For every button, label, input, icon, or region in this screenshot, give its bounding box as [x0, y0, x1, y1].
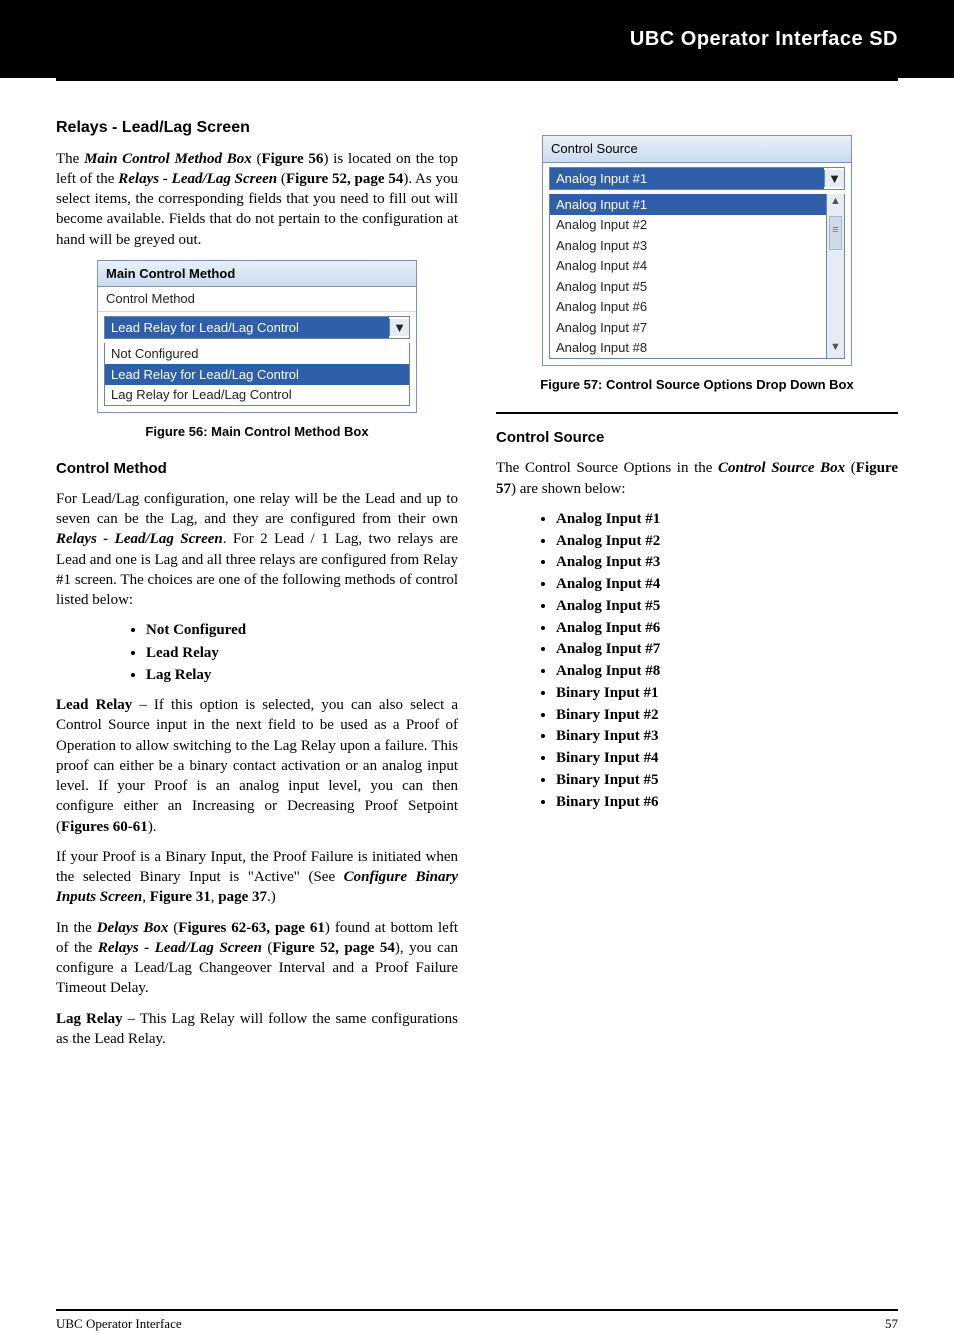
- scroll-up-icon[interactable]: ▲: [827, 196, 844, 210]
- list-item[interactable]: Lag Relay for Lead/Lag Control: [105, 385, 409, 406]
- control-source-options[interactable]: Analog Input #1 Analog Input #2 Analog I…: [549, 194, 845, 359]
- list-item[interactable]: Analog Input #5: [550, 276, 826, 297]
- list-item: Binary Input #1: [556, 683, 898, 703]
- footer: UBC Operator Interface 57: [56, 1309, 898, 1333]
- rule: [496, 412, 898, 414]
- chevron-down-icon[interactable]: ▼: [824, 170, 844, 188]
- scroll-track[interactable]: [827, 210, 844, 342]
- list-item[interactable]: Analog Input #2: [550, 215, 826, 236]
- control-method-options[interactable]: Not Configured Lead Relay for Lead/Lag C…: [104, 343, 410, 406]
- list-item: Analog Input #8: [556, 661, 898, 681]
- right-column: Control Source Analog Input #1 ▼ Analog …: [496, 103, 898, 1059]
- subheading: Control Source: [496, 428, 898, 448]
- select-value: Lead Relay for Lead/Lag Control: [105, 317, 389, 339]
- ui-title: Main Control Method: [98, 261, 416, 288]
- content: Relays - Lead/Lag Screen The Main Contro…: [0, 81, 954, 1099]
- list-item: Analog Input #3: [556, 552, 898, 572]
- page-number: 57: [885, 1315, 898, 1333]
- list-item: Analog Input #1: [556, 509, 898, 529]
- list-item[interactable]: Analog Input #3: [550, 235, 826, 256]
- list-item: Binary Input #4: [556, 748, 898, 768]
- list-item[interactable]: Analog Input #1: [550, 194, 826, 215]
- list-item: Analog Input #5: [556, 596, 898, 616]
- list-item[interactable]: Analog Input #4: [550, 256, 826, 277]
- select-value: Analog Input #1: [550, 168, 824, 190]
- subheading: Control Method: [56, 459, 458, 479]
- para: Lag Relay – This Lag Relay will follow t…: [56, 1009, 458, 1050]
- list-item: Analog Input #6: [556, 618, 898, 638]
- list-item: Binary Input #5: [556, 770, 898, 790]
- page-header: UBC Operator Interface SD: [0, 0, 954, 78]
- main-control-method-box: Main Control Method Control Method Lead …: [97, 260, 417, 413]
- list-item: Lead Relay: [146, 643, 458, 663]
- para: For Lead/Lag configuration, one relay wi…: [56, 489, 458, 611]
- intro-para: The Main Control Method Box (Figure 56) …: [56, 149, 458, 250]
- list-item: Lag Relay: [146, 665, 458, 685]
- list-item[interactable]: Lead Relay for Lead/Lag Control: [105, 364, 409, 385]
- scroll-down-icon[interactable]: ▼: [827, 342, 844, 356]
- ui-subtitle: Control Method: [98, 287, 416, 312]
- ui-title: Control Source: [543, 136, 851, 163]
- control-source-select[interactable]: Analog Input #1 ▼: [549, 167, 845, 191]
- scroll-thumb[interactable]: [829, 216, 842, 250]
- figure-label: Figure 56: Main Control Method Box: [56, 423, 458, 441]
- list-item: Analog Input #4: [556, 574, 898, 594]
- list-item: Binary Input #3: [556, 726, 898, 746]
- list-item: Analog Input #7: [556, 639, 898, 659]
- list-item[interactable]: Analog Input #7: [550, 317, 826, 338]
- chevron-down-icon[interactable]: ▼: [389, 319, 409, 337]
- para: Lead Relay – If this option is selected,…: [56, 695, 458, 837]
- scrollbar[interactable]: ▲ ▼: [826, 194, 844, 358]
- list-item: Binary Input #2: [556, 705, 898, 725]
- control-source-list: Analog Input #1 Analog Input #2 Analog I…: [556, 509, 898, 812]
- left-column: Relays - Lead/Lag Screen The Main Contro…: [56, 103, 458, 1059]
- control-method-select[interactable]: Lead Relay for Lead/Lag Control ▼: [104, 316, 410, 340]
- page-title: UBC Operator Interface SD: [630, 26, 898, 53]
- figure-label: Figure 57: Control Source Options Drop D…: [496, 376, 898, 394]
- footer-left: UBC Operator Interface: [56, 1315, 182, 1333]
- list-item[interactable]: Analog Input #6: [550, 297, 826, 318]
- para: The Control Source Options in the Contro…: [496, 458, 898, 499]
- list-item: Not Configured: [146, 620, 458, 640]
- control-method-list: Not Configured Lead Relay Lag Relay: [146, 620, 458, 685]
- list-item: Analog Input #2: [556, 531, 898, 551]
- list-item[interactable]: Analog Input #8: [550, 338, 826, 359]
- para: In the Delays Box (Figures 62-63, page 6…: [56, 918, 458, 999]
- para: If your Proof is a Binary Input, the Pro…: [56, 847, 458, 908]
- section-title: Relays - Lead/Lag Screen: [56, 117, 458, 139]
- list-item[interactable]: Not Configured: [105, 343, 409, 364]
- list-item: Binary Input #6: [556, 792, 898, 812]
- control-source-box: Control Source Analog Input #1 ▼ Analog …: [542, 135, 852, 366]
